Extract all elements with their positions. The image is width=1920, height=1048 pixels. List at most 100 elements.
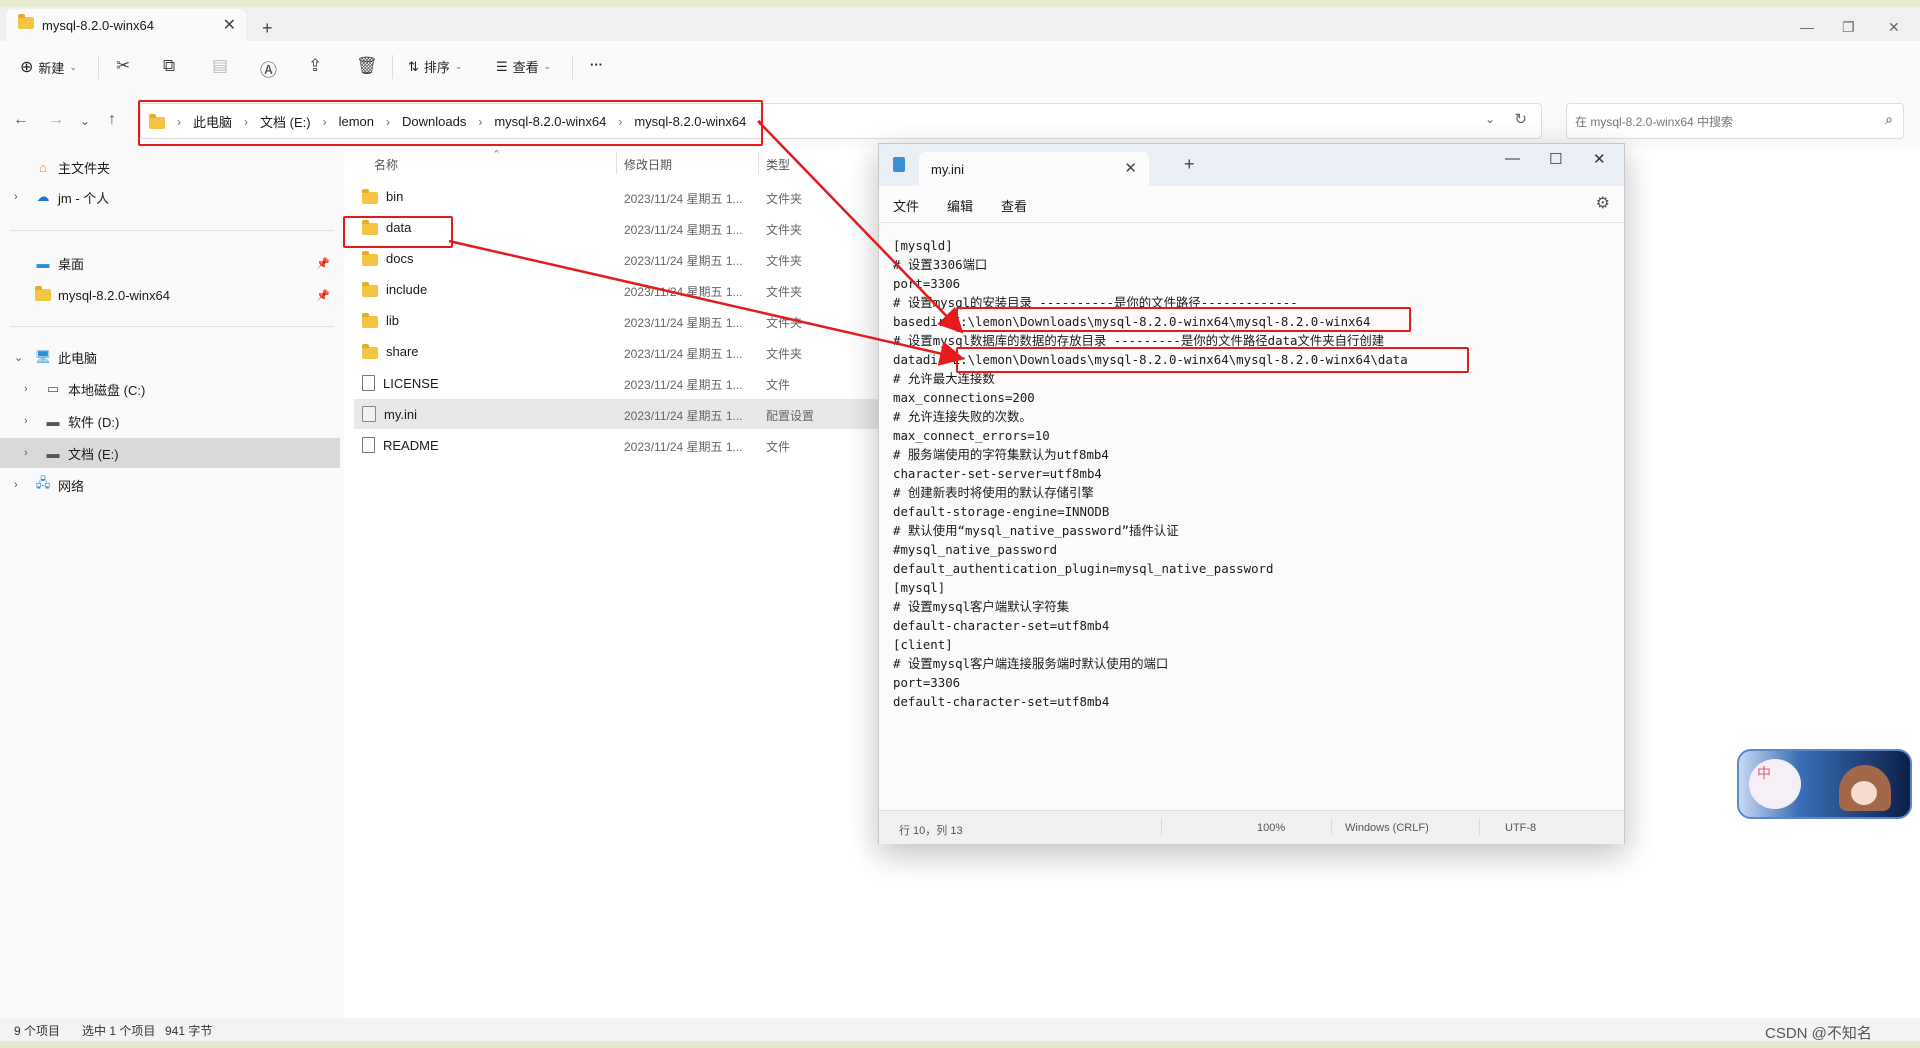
back-arrow-icon[interactable]: ← [13, 111, 29, 129]
copy-icon[interactable]: ⧉ [163, 56, 175, 76]
file-row-readme[interactable]: README 2023/11/24 星期五 1... 文件 [354, 430, 924, 460]
sidebar-item-home[interactable]: ⌂ 主文件夹 [0, 152, 340, 182]
file-name: my.ini [384, 406, 417, 422]
breadcrumb-item[interactable]: Downloads [402, 114, 466, 129]
search-box[interactable]: 在 mysql-8.2.0-winx64 中搜索 ⌕ [1566, 103, 1904, 139]
file-type: 文件夹 [766, 316, 803, 330]
file-row-share[interactable]: share 2023/11/24 星期五 1... 文件夹 [354, 337, 924, 367]
breadcrumb-item[interactable]: 文档 (E:) [260, 112, 311, 131]
desktop-top-strip [0, 0, 1920, 7]
file-type: 文件 [766, 440, 791, 454]
minimize-icon[interactable]: — [1800, 19, 1814, 35]
encoding: UTF-8 [1505, 822, 1537, 834]
chevron-down-icon: ⌄ [454, 61, 463, 71]
drive-icon: ▭ [46, 381, 60, 396]
notepad-menu-bar: 文件 编辑 查看 ⚙ [879, 186, 1624, 223]
floating-assistant-widget[interactable]: 中 [1737, 749, 1912, 819]
sidebar-item-this-pc[interactable]: ⌄ 🖥 此电脑 [0, 342, 340, 372]
restore-icon[interactable]: ❐ [1842, 19, 1855, 36]
file-row-license[interactable]: LICENSE 2023/11/24 星期五 1... 文件 [354, 368, 924, 398]
new-button[interactable]: ⊕ 新建 ⌄ [20, 57, 77, 77]
expand-chevron-icon[interactable]: › [24, 415, 42, 427]
rename-icon[interactable]: Ⓐ [260, 56, 277, 81]
sidebar-item-label: mysql-8.2.0-winx64 [58, 287, 170, 303]
breadcrumb: › 此电脑 › 文档 (E:) › lemon › Downloads › my… [149, 112, 762, 131]
maximize-icon[interactable]: ☐ [1549, 150, 1562, 168]
paste-icon[interactable]: ▤ [212, 56, 228, 76]
more-options-button[interactable]: ··· [590, 57, 603, 72]
file-row-data[interactable]: data 2023/11/24 星期五 1... 文件夹 [354, 213, 924, 243]
sidebar-item-label: 主文件夹 [58, 160, 111, 176]
column-divider[interactable] [616, 152, 617, 174]
drive-icon: ▬ [46, 413, 60, 429]
close-window-icon[interactable]: ✕ [1888, 19, 1900, 36]
address-bar[interactable]: › 此电脑 › 文档 (E:) › lemon › Downloads › my… [140, 103, 1542, 139]
explorer-tab[interactable]: mysql-8.2.0-winx64 ✕ [6, 9, 246, 41]
notepad-window: my.ini ✕ + — ☐ ✕ 文件 编辑 查看 ⚙ [mysqld] # 设… [878, 143, 1625, 844]
network-icon: 🖧 [35, 475, 51, 490]
forward-arrow-icon[interactable]: → [48, 111, 64, 129]
expand-chevron-icon[interactable]: › [14, 479, 32, 491]
sort-button[interactable]: ⇅ 排序 ⌄ [408, 57, 462, 76]
menu-view[interactable]: 查看 [1001, 196, 1027, 215]
search-placeholder: 在 mysql-8.2.0-winx64 中搜索 [1575, 115, 1734, 129]
breadcrumb-item[interactable]: lemon [339, 114, 374, 129]
new-tab-button[interactable]: + [262, 18, 273, 39]
file-date: 2023/11/24 星期五 1... [624, 285, 743, 299]
file-name: share [386, 344, 419, 359]
file-name: docs [386, 251, 414, 266]
new-tab-button[interactable]: + [1184, 154, 1195, 175]
cut-icon[interactable]: ✂ [116, 56, 130, 76]
avatar-face [1851, 781, 1877, 805]
settings-icon[interactable]: ⚙ [1596, 193, 1610, 213]
delete-icon[interactable]: 🗑 [356, 56, 378, 76]
file-row-my-ini[interactable]: my.ini 2023/11/24 星期五 1... 配置设置 [354, 399, 924, 429]
address-history-chevron-icon[interactable]: ⌄ [1485, 112, 1495, 126]
pin-icon[interactable]: 📌 [316, 289, 330, 302]
collapse-chevron-icon[interactable]: ⌄ [14, 351, 32, 364]
expand-chevron-icon[interactable]: › [24, 383, 42, 395]
pin-icon[interactable]: 📌 [316, 257, 330, 270]
sidebar-item-desktop[interactable]: ▬ 桌面 📌 [0, 248, 340, 278]
file-row-bin[interactable]: bin 2023/11/24 星期五 1... 文件夹 [354, 182, 924, 212]
close-window-icon[interactable]: ✕ [1593, 150, 1606, 168]
share-icon[interactable]: ⇪ [308, 56, 322, 76]
file-row-lib[interactable]: lib 2023/11/24 星期五 1... 文件夹 [354, 306, 924, 336]
sidebar-item-drive-c[interactable]: › ▭ 本地磁盘 (C:) [0, 374, 350, 404]
recent-chevron-icon[interactable]: ⌄ [80, 114, 90, 128]
sidebar-item-mysql-folder[interactable]: mysql-8.2.0-winx64 📌 [0, 280, 340, 310]
command-bar: ⊕ 新建 ⌄ ✂ ⧉ ▤ Ⓐ ⇪ 🗑 ⇅ 排序 ⌄ ☰ 查看 ⌄ ··· [0, 41, 1920, 93]
sidebar-item-drive-d[interactable]: › ▬ 软件 (D:) [0, 406, 350, 436]
folder-icon [35, 285, 51, 301]
file-row-include[interactable]: include 2023/11/24 星期五 1... 文件夹 [354, 275, 924, 305]
notepad-editor[interactable]: [mysqld] # 设置3306端口 port=3306 # 设置mysql的… [893, 236, 1408, 711]
sidebar-item-network[interactable]: › 🖧 网络 [0, 470, 340, 500]
folder-icon [362, 188, 378, 204]
breadcrumb-item[interactable]: mysql-8.2.0-winx64 [634, 114, 746, 129]
file-date: 2023/11/24 星期五 1... [624, 378, 743, 392]
file-row-docs[interactable]: docs 2023/11/24 星期五 1... 文件夹 [354, 244, 924, 274]
column-header-name[interactable]: 名称 [374, 156, 398, 173]
sidebar-item-onedrive[interactable]: › ☁ jm - 个人 [0, 182, 340, 212]
column-header-date[interactable]: 修改日期 [624, 156, 672, 173]
close-tab-icon[interactable]: ✕ [1124, 159, 1137, 177]
sidebar-item-drive-e[interactable]: › ▬ 文档 (E:) [0, 438, 340, 468]
breadcrumb-item[interactable]: mysql-8.2.0-winx64 [494, 114, 606, 129]
selection-size: 941 字节 [165, 1024, 213, 1038]
file-date: 2023/11/24 星期五 1... [624, 316, 743, 330]
view-button[interactable]: ☰ 查看 ⌄ [496, 57, 551, 76]
folder-icon [362, 250, 378, 266]
up-arrow-icon[interactable]: ↑ [108, 111, 116, 129]
close-tab-icon[interactable]: ✕ [223, 15, 236, 35]
column-divider[interactable] [758, 152, 759, 174]
breadcrumb-item[interactable]: 此电脑 [193, 112, 232, 131]
refresh-icon[interactable]: ↻ [1514, 110, 1527, 128]
minimize-icon[interactable]: — [1505, 150, 1520, 167]
menu-file[interactable]: 文件 [893, 196, 919, 215]
column-header-type[interactable]: 类型 [766, 156, 790, 173]
sidebar-item-label: 软件 (D:) [68, 414, 120, 430]
menu-edit[interactable]: 编辑 [947, 196, 973, 215]
notepad-tab[interactable]: my.ini ✕ [919, 152, 1149, 186]
expand-chevron-icon[interactable]: › [14, 191, 32, 203]
expand-chevron-icon[interactable]: › [24, 447, 42, 459]
